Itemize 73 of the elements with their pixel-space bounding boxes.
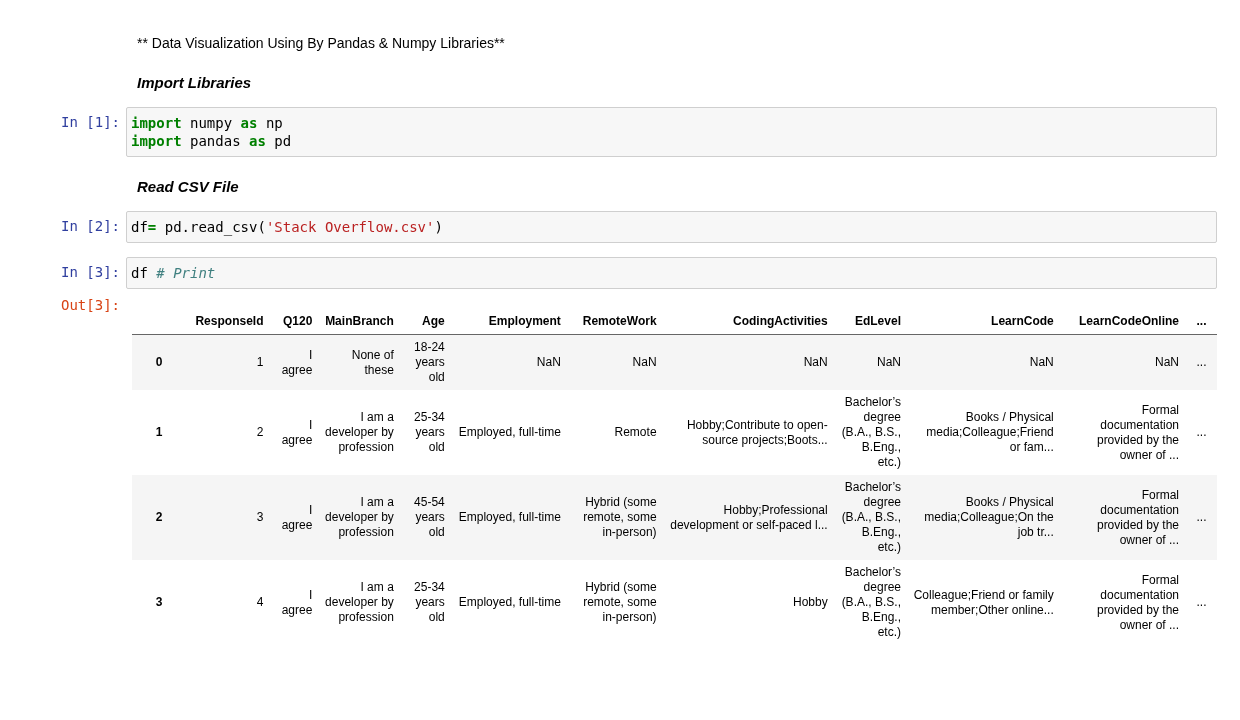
table-cell: ... [1185,475,1213,560]
table-cell: I agree [269,475,319,560]
table-cell: 25-34 years old [399,390,451,475]
input-prompt: In [2]: [60,217,121,235]
table-cell: I agree [269,390,319,475]
table-cell: NaN [662,334,834,390]
table-cell: I am a developer by profession [318,390,400,475]
column-header: MainBranch [318,309,400,335]
table-cell: I agree [269,334,319,390]
column-header: LearnCode [907,309,1060,335]
table-cell: Formal documentation provided by the owner of ... [1059,475,1185,560]
column-header: LearnCodeOnline [1059,309,1185,335]
column-header: ... [1185,309,1213,335]
table-cell: Formal documentation provided by the owner of ... [1059,560,1185,645]
table-cell: ... [1185,334,1213,390]
table-cell: Books / Physical media;Colleague;On the job tr... [907,475,1060,560]
table-cell: Colleague;Friend or family member;Other online... [907,560,1060,645]
table-cell: Books / Physical media;Colleague;Friend or fam... [907,390,1060,475]
column-header: EdLevel [833,309,907,335]
output-prompt: Out[3]: [60,297,121,314]
row-index: 2 [132,475,186,560]
code-cell[interactable]: df= pd.read_csv('Stack Overflow.csv') [126,211,1217,243]
table-cell: 2 [185,390,270,475]
column-header: Age [399,309,451,335]
code-line: import pandas as pd [131,132,292,150]
column-header: RemoteWork [566,309,663,335]
code-line: df= pd.read_csv('Stack Overflow.csv') [131,218,443,236]
code-cell[interactable]: import numpy as np import pandas as pd [126,107,1217,157]
table-cell: Employed, full-time [450,475,567,560]
markdown-text: ** Data Visualization Using By Pandas & Numpy Libraries** [137,34,505,53]
table-cell: ... [1185,560,1213,645]
input-prompt: In [1]: [60,113,121,131]
table-cell: 18-24 years old [399,334,451,390]
table-cell: Hobby;Professional development or self-paced l... [662,475,834,560]
row-index: 3 [132,560,186,645]
table-cell: Hybrid (some remote, some in-person) [566,560,663,645]
table-cell: I agree [269,560,319,645]
table-cell: NaN [450,334,567,390]
code-line: df # Print [131,264,216,282]
column-header: Q120 [269,309,319,335]
table-cell: NaN [1059,334,1185,390]
table-cell: Hybrid (some remote, some in-person) [566,475,663,560]
section-heading: Read CSV File [137,177,239,197]
table-cell: Hobby [662,560,834,645]
table-cell: Bachelor’s degree (B.A., B.S., B.Eng., etc.) [833,560,907,645]
table-cell: NaN [907,334,1060,390]
table-cell: 45-54 years old [399,475,451,560]
column-header: Employment [450,309,567,335]
table-cell: None of these [318,334,400,390]
table-cell: Employed, full-time [450,390,567,475]
section-heading: Import Libraries [137,73,252,93]
table-cell: 4 [185,560,270,645]
table-cell: Bachelor’s degree (B.A., B.S., B.Eng., etc.) [833,390,907,475]
table-cell: Remote [566,390,663,475]
table-cell: I am a developer by profession [318,560,400,645]
table-cell: Hobby;Contribute to open-source projects;Boots... [662,390,834,475]
table-cell: NaN [566,334,663,390]
row-index: 0 [132,334,186,390]
table-cell: 3 [185,475,270,560]
input-prompt: In [3]: [60,263,121,281]
code-cell[interactable]: df # Print [126,257,1217,289]
table-cell: Formal documentation provided by the owner of ... [1059,390,1185,475]
table-cell: 1 [185,334,270,390]
table-cell: Bachelor’s degree (B.A., B.S., B.Eng., etc.) [833,475,907,560]
table-cell: ... [1185,390,1213,475]
table-cell: Employed, full-time [450,560,567,645]
table-cell: 25-34 years old [399,560,451,645]
code-line: import numpy as np [131,114,283,132]
table-cell: NaN [833,334,907,390]
table-cell: I am a developer by profession [318,475,400,560]
row-index: 1 [132,390,186,475]
column-header: ResponseId [185,309,270,335]
column-header: CodingActivities [662,309,834,335]
